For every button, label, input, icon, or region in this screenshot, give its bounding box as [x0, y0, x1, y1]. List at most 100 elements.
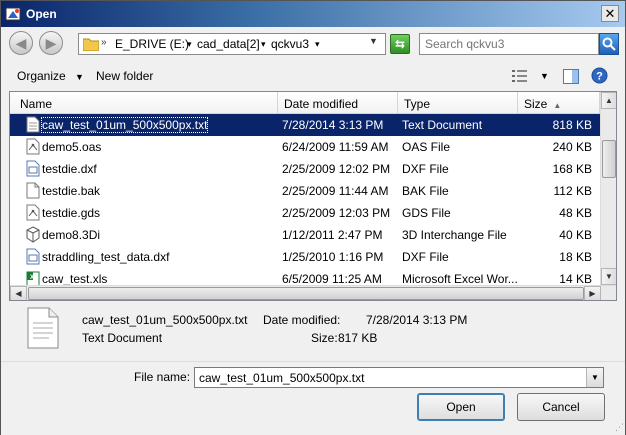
- cad-file-icon: [26, 138, 40, 155]
- forward-button[interactable]: ▶: [39, 31, 63, 55]
- file-type: DXF File: [402, 250, 449, 264]
- view-options-icon[interactable]: [512, 69, 528, 83]
- file-name-input[interactable]: [194, 367, 604, 388]
- new-folder-button[interactable]: New folder: [96, 69, 153, 83]
- file-type: BAK File: [402, 184, 449, 198]
- file-date-modified: 2/25/2009 12:03 PM: [282, 206, 391, 220]
- svg-text:?: ?: [596, 71, 603, 83]
- scroll-down-button[interactable]: ▼: [601, 268, 616, 285]
- file-size: 18 KB: [559, 250, 592, 264]
- file-name: testdie.dxf: [42, 162, 97, 176]
- title-bar[interactable]: Open ✕: [1, 1, 625, 27]
- file-rows: caw_test_01um_500x500px.txt 7/28/2014 3:1…: [10, 114, 600, 286]
- breadcrumb-qckvu3[interactable]: qckvu3: [271, 37, 309, 51]
- detail-file-name: caw_test_01um_500x500px.txt: [82, 313, 248, 327]
- file-row[interactable]: testdie.gds 2/25/2009 12:03 PM GDS File 48 …: [10, 202, 600, 224]
- cancel-button[interactable]: Cancel: [517, 393, 605, 421]
- column-date-modified[interactable]: Date modified: [278, 92, 398, 114]
- command-toolbar: Organize ▼ New folder ▼ ?: [1, 61, 625, 91]
- app-icon: [5, 7, 21, 21]
- file-type: OAS File: [402, 140, 451, 154]
- vertical-scrollbar[interactable]: ▲ ▼: [600, 92, 616, 285]
- dxf-file-icon: [26, 248, 40, 265]
- file-name: demo5.oas: [42, 140, 102, 154]
- address-bar[interactable]: » E_DRIVE (E:) ▾ cad_data[2] ▾ qckvu3 ▾ …: [78, 33, 386, 55]
- file-row[interactable]: straddling_test_data.dxf 1/25/2010 1:16 P…: [10, 246, 600, 268]
- close-button[interactable]: ✕: [601, 5, 619, 22]
- file-name: demo8.3Di: [42, 228, 101, 242]
- window-title: Open: [26, 7, 57, 21]
- scroll-right-button[interactable]: ▶: [584, 286, 601, 300]
- file-date-modified: 2/25/2009 11:44 AM: [282, 184, 389, 198]
- detail-date-value: 7/28/2014 3:13 PM: [366, 313, 468, 327]
- file-row[interactable]: testdie.bak 2/25/2009 11:44 AM BAK File 112…: [10, 180, 600, 202]
- file-name: testdie.bak: [42, 184, 101, 198]
- open-button[interactable]: Open: [417, 393, 505, 421]
- magnifier-icon: [602, 37, 616, 51]
- dialog-footer: File name: ▼ Open Cancel ⋰: [1, 361, 625, 435]
- file-size: 240 KB: [552, 140, 592, 154]
- file-type: DXF File: [402, 162, 449, 176]
- file-name: testdie.gds: [42, 206, 101, 220]
- file-date-modified: 1/25/2010 1:16 PM: [282, 250, 384, 264]
- refresh-icon: ⇆: [394, 37, 406, 51]
- address-history-dropdown-icon[interactable]: ▼: [369, 36, 378, 46]
- preview-pane-icon[interactable]: [563, 69, 579, 84]
- chevron-down-icon[interactable]: ▾: [187, 39, 192, 50]
- scroll-up-button[interactable]: ▲: [601, 92, 616, 109]
- resize-grip-icon[interactable]: ⋰: [615, 422, 624, 433]
- file-date-modified: 2/25/2009 12:02 PM: [282, 162, 391, 176]
- file-row[interactable]: testdie.dxf 2/25/2009 12:02 PM DXF File 168…: [10, 158, 600, 180]
- detail-size-value: 817 KB: [338, 331, 378, 345]
- search-button[interactable]: [599, 33, 619, 55]
- back-button[interactable]: ◀: [9, 31, 33, 55]
- chevron-down-icon[interactable]: ▾: [261, 39, 266, 50]
- svg-text:X: X: [30, 275, 34, 281]
- file-name: straddling_test_data.dxf: [42, 250, 170, 264]
- file-row[interactable]: caw_test_01um_500x500px.txt 7/28/2014 3:1…: [10, 114, 600, 136]
- chevron-down-icon: ▼: [75, 72, 84, 82]
- organize-label: Organize: [17, 69, 66, 83]
- file-date-modified: 7/28/2014 3:13 PM: [282, 118, 384, 132]
- text-file-icon: [26, 116, 40, 133]
- file-type: Text Document: [402, 118, 483, 132]
- horizontal-scrollbar[interactable]: ◀ ▶: [10, 285, 616, 300]
- view-dropdown-icon[interactable]: ▼: [540, 71, 549, 81]
- file-row[interactable]: Xcaw_test.xls 6/5/2009 11:25 AM Microsoft …: [10, 268, 600, 286]
- organize-menu[interactable]: Organize ▼: [17, 69, 84, 83]
- help-icon[interactable]: ?: [591, 67, 608, 84]
- file-row[interactable]: demo8.3Di 1/12/2011 2:47 PM 3D Interchange…: [10, 224, 600, 246]
- breadcrumb-cad-data[interactable]: cad_data[2]: [197, 37, 260, 51]
- cube-icon: [26, 226, 40, 243]
- search-input[interactable]: [419, 33, 599, 55]
- column-name[interactable]: Name: [10, 92, 278, 114]
- dxf-file-icon: [26, 160, 40, 177]
- file-name-dropdown-icon[interactable]: ▼: [586, 368, 603, 387]
- chevron-down-icon[interactable]: ▾: [315, 39, 320, 50]
- file-row[interactable]: demo5.oas 6/24/2009 11:59 AM OAS File 240 K…: [10, 136, 600, 158]
- scroll-thumb[interactable]: [602, 140, 616, 178]
- refresh-button[interactable]: ⇆: [390, 34, 410, 54]
- file-size: 48 KB: [559, 206, 592, 220]
- file-name: caw_test.xls: [42, 272, 108, 286]
- file-type: GDS File: [402, 206, 451, 220]
- forward-arrow-icon: ▶: [45, 34, 57, 51]
- scroll-left-button[interactable]: ◀: [10, 286, 27, 300]
- chevron-right-icon: »: [101, 37, 107, 48]
- file-name-label: File name:: [134, 370, 191, 384]
- horizontal-scroll-thumb[interactable]: [28, 287, 584, 300]
- breadcrumb-drive[interactable]: E_DRIVE (E:): [115, 37, 189, 51]
- text-file-icon: [27, 307, 59, 349]
- detail-size-label: Size:: [311, 331, 338, 345]
- file-date-modified: 6/24/2009 11:59 AM: [282, 140, 389, 154]
- detail-date-label: Date modified:: [263, 313, 341, 327]
- column-size-label: Size: [524, 97, 548, 111]
- column-type[interactable]: Type: [398, 92, 518, 114]
- file-date-modified: 1/12/2011 2:47 PM: [282, 228, 383, 242]
- open-dialog: Open ✕ ◀ ▶ » E_DRIVE (E:) ▾ cad_data[2] …: [0, 0, 626, 435]
- cad-file-icon: [26, 204, 40, 221]
- file-size: 40 KB: [559, 228, 592, 242]
- file-size: 14 KB: [559, 272, 592, 286]
- column-size[interactable]: Size ▲: [518, 92, 600, 114]
- file-list[interactable]: Name Date modified Type Size ▲ caw_test_0…: [9, 91, 617, 301]
